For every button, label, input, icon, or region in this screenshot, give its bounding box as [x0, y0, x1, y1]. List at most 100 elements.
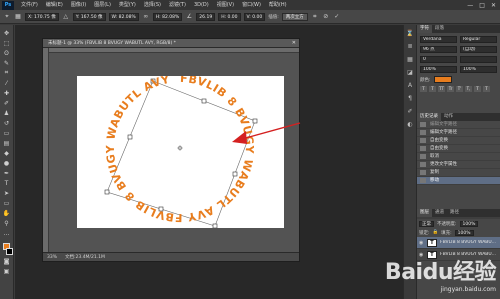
superscript-button[interactable]: T': [456, 86, 463, 92]
tracking-field[interactable]: 0: [420, 56, 457, 63]
lasso-tool-icon[interactable]: ʘ: [2, 49, 11, 57]
link-icon[interactable]: ∞: [142, 13, 150, 21]
pen-tool-icon[interactable]: ✒: [2, 169, 11, 177]
layer-row[interactable]: ◉ T FBVLIB 8 BVUGY WABU...: [417, 249, 500, 261]
layer-row[interactable]: ◉ T FBVLIB 8 BVUGY WABU...: [417, 237, 500, 249]
menu-select[interactable]: 选择(S): [140, 0, 165, 10]
close-document-icon[interactable]: ✕: [292, 39, 296, 47]
history-item[interactable]: 自由变换: [417, 145, 500, 153]
menu-layer[interactable]: 图层(L): [90, 0, 115, 10]
history-item[interactable]: 更改文字属性: [417, 161, 500, 169]
menu-image[interactable]: 图像(I): [67, 0, 90, 10]
leading-field[interactable]: (自动): [460, 46, 497, 53]
vertical-scale-field[interactable]: 100%: [420, 66, 457, 73]
history-brush-tool-icon[interactable]: ↺: [2, 119, 11, 127]
zoom-tool-icon[interactable]: ⚲: [2, 219, 11, 227]
stamp-tool-icon[interactable]: ♟: [2, 109, 11, 117]
blend-mode-select[interactable]: 正常: [419, 220, 434, 227]
eyedropper-tool-icon[interactable]: ⁄: [2, 79, 11, 87]
strikethrough-button[interactable]: T: [483, 86, 490, 92]
faux-italic-button[interactable]: T: [429, 86, 436, 92]
lock-icon[interactable]: 🔒: [433, 230, 439, 235]
maximize-button[interactable]: □: [479, 2, 485, 9]
transform-handle[interactable]: [104, 189, 110, 195]
history-item[interactable]: 自由变换: [417, 137, 500, 145]
tab-channels[interactable]: 通道: [432, 209, 447, 217]
document-info[interactable]: 文档:23.4M/21.1M: [65, 253, 105, 261]
minimize-button[interactable]: —: [467, 2, 473, 9]
text-color-swatch[interactable]: [433, 76, 452, 83]
transform-handle[interactable]: [252, 118, 258, 124]
small-caps-button[interactable]: Tr: [447, 86, 454, 92]
layer-name[interactable]: FBVLIB 8 BVUGY WABU...: [440, 252, 496, 257]
blur-tool-icon[interactable]: ◆: [2, 149, 11, 157]
history-item[interactable]: 复制: [417, 169, 500, 177]
delta-icon[interactable]: △: [62, 13, 70, 21]
transform-center-icon[interactable]: [177, 145, 183, 151]
brush-panel-icon[interactable]: ✐: [406, 107, 414, 115]
history-panel-icon[interactable]: ⌛: [406, 29, 414, 37]
tab-character[interactable]: 字符: [417, 25, 432, 33]
font-size-field[interactable]: 96 点: [420, 46, 457, 53]
history-item[interactable]: 取消: [417, 153, 500, 161]
menu-file[interactable]: 文件(F): [17, 0, 42, 10]
eye-icon[interactable]: ◉: [419, 240, 424, 246]
background-color-swatch[interactable]: [5, 248, 13, 255]
subscript-button[interactable]: T,: [465, 86, 472, 92]
underline-button[interactable]: T: [474, 86, 481, 92]
font-family-select[interactable]: Verdana: [420, 36, 457, 43]
angle-field[interactable]: 26.19: [196, 12, 216, 21]
x-position-field[interactable]: X: 170.75 像: [25, 12, 59, 21]
transform-tool-icon[interactable]: ⌖: [3, 13, 11, 21]
screen-mode-icon[interactable]: ▣: [2, 267, 11, 275]
check-icon[interactable]: ✓: [333, 13, 341, 21]
swatches-panel-icon[interactable]: ▦: [406, 55, 414, 63]
brush-tool-icon[interactable]: ✐: [2, 99, 11, 107]
close-button[interactable]: ✕: [491, 2, 496, 9]
marquee-tool-icon[interactable]: ⬚: [2, 39, 11, 47]
character-panel-icon[interactable]: A: [406, 81, 414, 89]
tab-actions[interactable]: 动作: [441, 113, 456, 121]
all-caps-button[interactable]: TT: [438, 86, 445, 92]
type-tool-icon[interactable]: T: [2, 179, 11, 187]
transform-handle[interactable]: [201, 98, 207, 104]
zoom-level[interactable]: 33%: [47, 253, 57, 261]
menu-3d[interactable]: 3D(D): [190, 0, 213, 10]
y-position-field[interactable]: Y: 167.50 像: [72, 12, 106, 21]
cancel-icon[interactable]: ⊘: [322, 13, 330, 21]
paragraph-panel-icon[interactable]: ¶: [406, 94, 414, 102]
warp-icon[interactable]: ⌗: [311, 13, 319, 21]
menu-window[interactable]: 窗口(W): [238, 0, 265, 10]
tab-paragraph[interactable]: 段落: [432, 25, 447, 33]
width-field[interactable]: W: 82.08%: [108, 12, 139, 21]
hand-tool-icon[interactable]: ✋: [2, 209, 11, 217]
menu-type[interactable]: 类型(Y): [115, 0, 140, 10]
canvas[interactable]: FBVLIB 8 BVUGY WABUTL AVY FBVLIB 8 BVUGY…: [77, 76, 284, 228]
eye-icon[interactable]: ◉: [419, 252, 424, 258]
move-tool-icon[interactable]: ✥: [2, 29, 11, 37]
font-style-select[interactable]: Regular: [460, 36, 497, 43]
h-skew-field[interactable]: H: 0.00: [218, 12, 241, 21]
height-field[interactable]: H: 82.08%: [152, 12, 183, 21]
crop-tool-icon[interactable]: ⌗: [2, 69, 11, 77]
v-skew-field[interactable]: V: 0.00: [243, 12, 266, 21]
gradient-tool-icon[interactable]: ▤: [2, 139, 11, 147]
menu-edit[interactable]: 编辑(E): [42, 0, 67, 10]
path-select-tool-icon[interactable]: ➤: [2, 189, 11, 197]
opacity-field[interactable]: 100%: [459, 220, 479, 227]
history-item[interactable]: 编辑文字路径: [417, 121, 500, 129]
transform-handle[interactable]: [212, 223, 218, 228]
kerning-field[interactable]: [460, 56, 497, 63]
transform-handle[interactable]: [127, 134, 133, 140]
menu-view[interactable]: 视图(V): [213, 0, 238, 10]
reference-point-icon[interactable]: ▦: [14, 13, 22, 21]
shape-tool-icon[interactable]: ▭: [2, 199, 11, 207]
fill-field[interactable]: 100%: [454, 229, 474, 236]
styles-panel-icon[interactable]: ◪: [406, 68, 414, 76]
quick-select-tool-icon[interactable]: ✎: [2, 59, 11, 67]
dodge-tool-icon[interactable]: ●: [2, 159, 11, 167]
faux-bold-button[interactable]: T: [420, 86, 427, 92]
history-item-current[interactable]: 移动: [417, 177, 500, 185]
properties-panel-icon[interactable]: ≣: [406, 42, 414, 50]
history-item[interactable]: 编辑文字路径: [417, 129, 500, 137]
